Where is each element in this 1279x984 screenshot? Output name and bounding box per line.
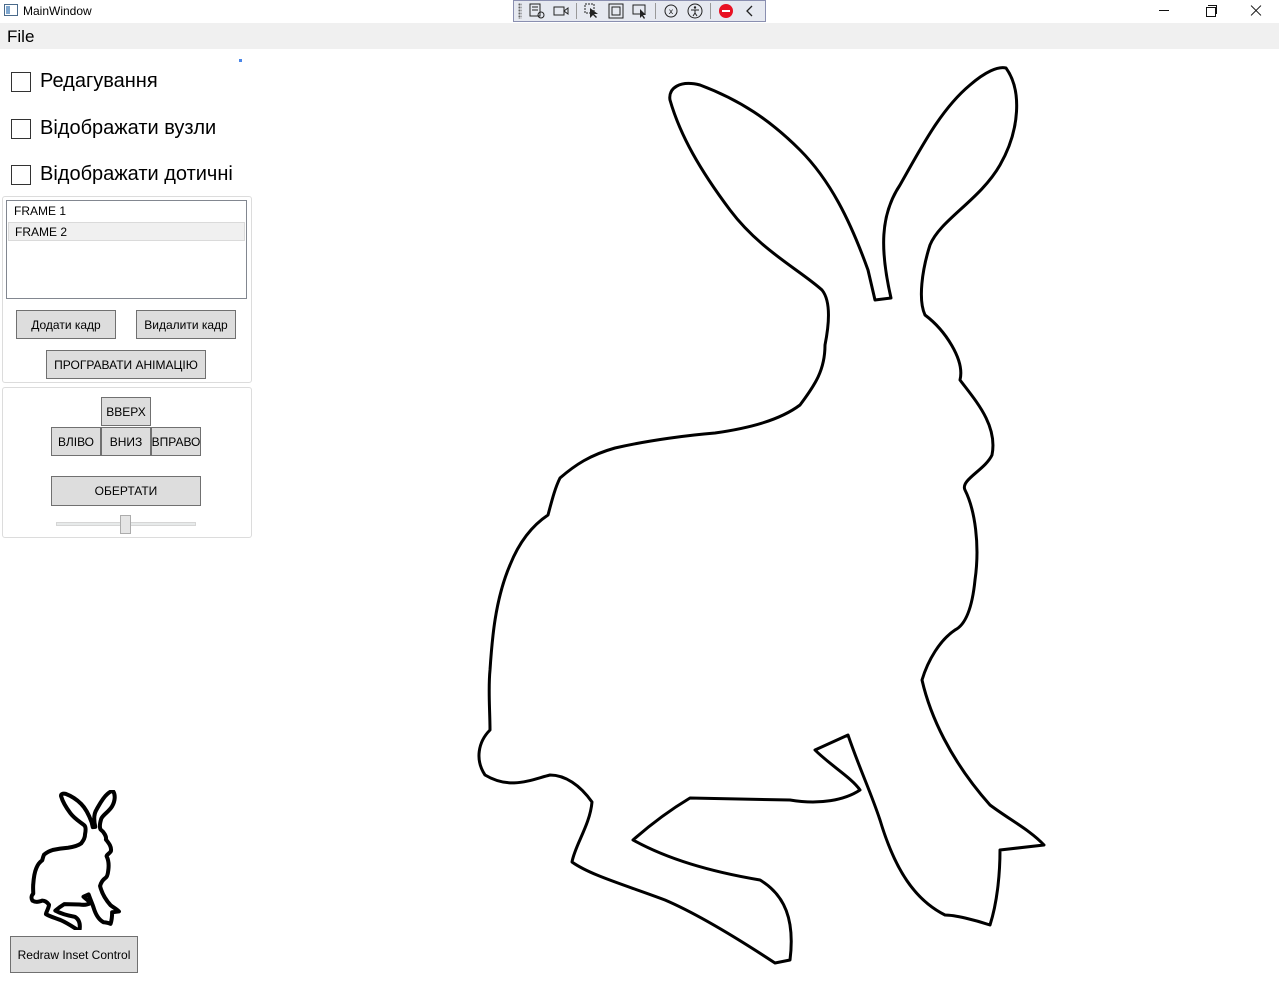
rabbit-outline [477,66,1046,965]
main-canvas [477,66,1046,965]
